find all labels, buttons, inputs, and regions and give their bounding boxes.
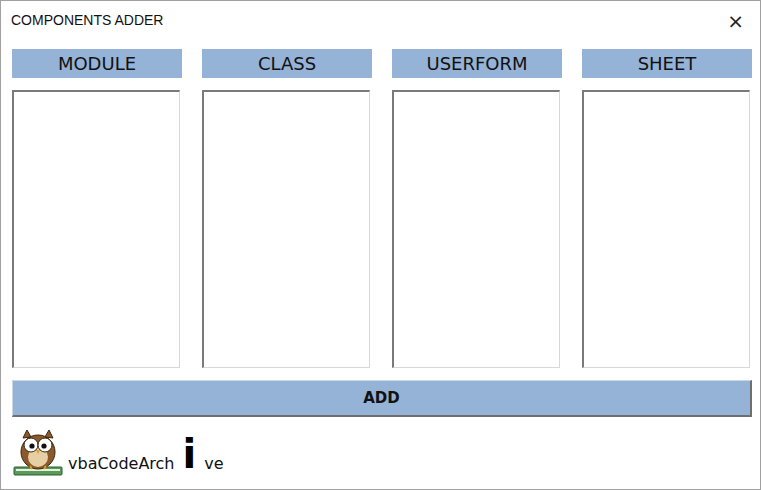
column-header: MODULE <box>12 49 182 78</box>
logo-text: vbaCodeArch <box>68 456 175 478</box>
logo-text: ve <box>204 456 223 478</box>
title-bar: COMPONENTS ADDER × <box>1 1 760 40</box>
component-column: USERFORM <box>392 49 562 368</box>
component-listbox[interactable] <box>12 90 180 368</box>
component-listbox[interactable] <box>582 90 750 368</box>
column-header: CLASS <box>202 49 372 78</box>
close-button[interactable]: × <box>721 9 750 33</box>
component-listbox[interactable] <box>392 90 560 368</box>
component-listbox[interactable] <box>202 90 370 368</box>
owl-icon <box>12 426 64 478</box>
column-header: USERFORM <box>392 49 562 78</box>
component-columns: MODULE CLASS USERFORM SHEET <box>12 49 752 368</box>
component-column: SHEET <box>582 49 752 368</box>
logo-letter: i <box>179 434 201 478</box>
component-column: MODULE <box>12 49 182 368</box>
component-column: CLASS <box>202 49 372 368</box>
add-button[interactable]: ADD <box>12 380 752 417</box>
window-title: COMPONENTS ADDER <box>11 10 163 31</box>
components-adder-window: COMPONENTS ADDER × MODULE CLASS USERFORM SHEE… <box>0 0 761 490</box>
vbacodearchive-logo: vbaCodeArchive <box>12 426 752 478</box>
column-header: SHEET <box>582 49 752 78</box>
window-body: MODULE CLASS USERFORM SHEET ADD vbaCodeArchiv… <box>1 40 760 478</box>
